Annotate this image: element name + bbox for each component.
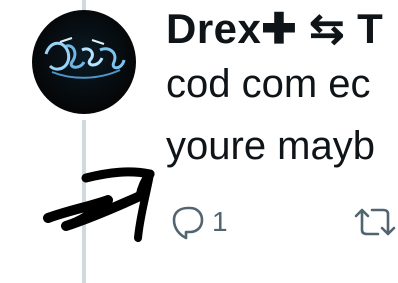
retweet-icon (354, 208, 396, 236)
avatar[interactable] (32, 10, 136, 114)
tweet-text-line-2: youre mayb (166, 124, 375, 168)
reply-icon (172, 206, 204, 240)
retweet-button[interactable] (352, 204, 398, 240)
avatar-graffiti-logo (44, 37, 126, 79)
thread-connector-top (82, 0, 86, 10)
author-display-name[interactable]: Drex✚ ⇆ T (166, 4, 383, 53)
tweet-text-line-1: cod com ec (166, 62, 371, 106)
reply-button[interactable]: 1 (168, 204, 228, 240)
reply-count: 1 (212, 206, 228, 237)
thread-connector-line (82, 120, 86, 283)
